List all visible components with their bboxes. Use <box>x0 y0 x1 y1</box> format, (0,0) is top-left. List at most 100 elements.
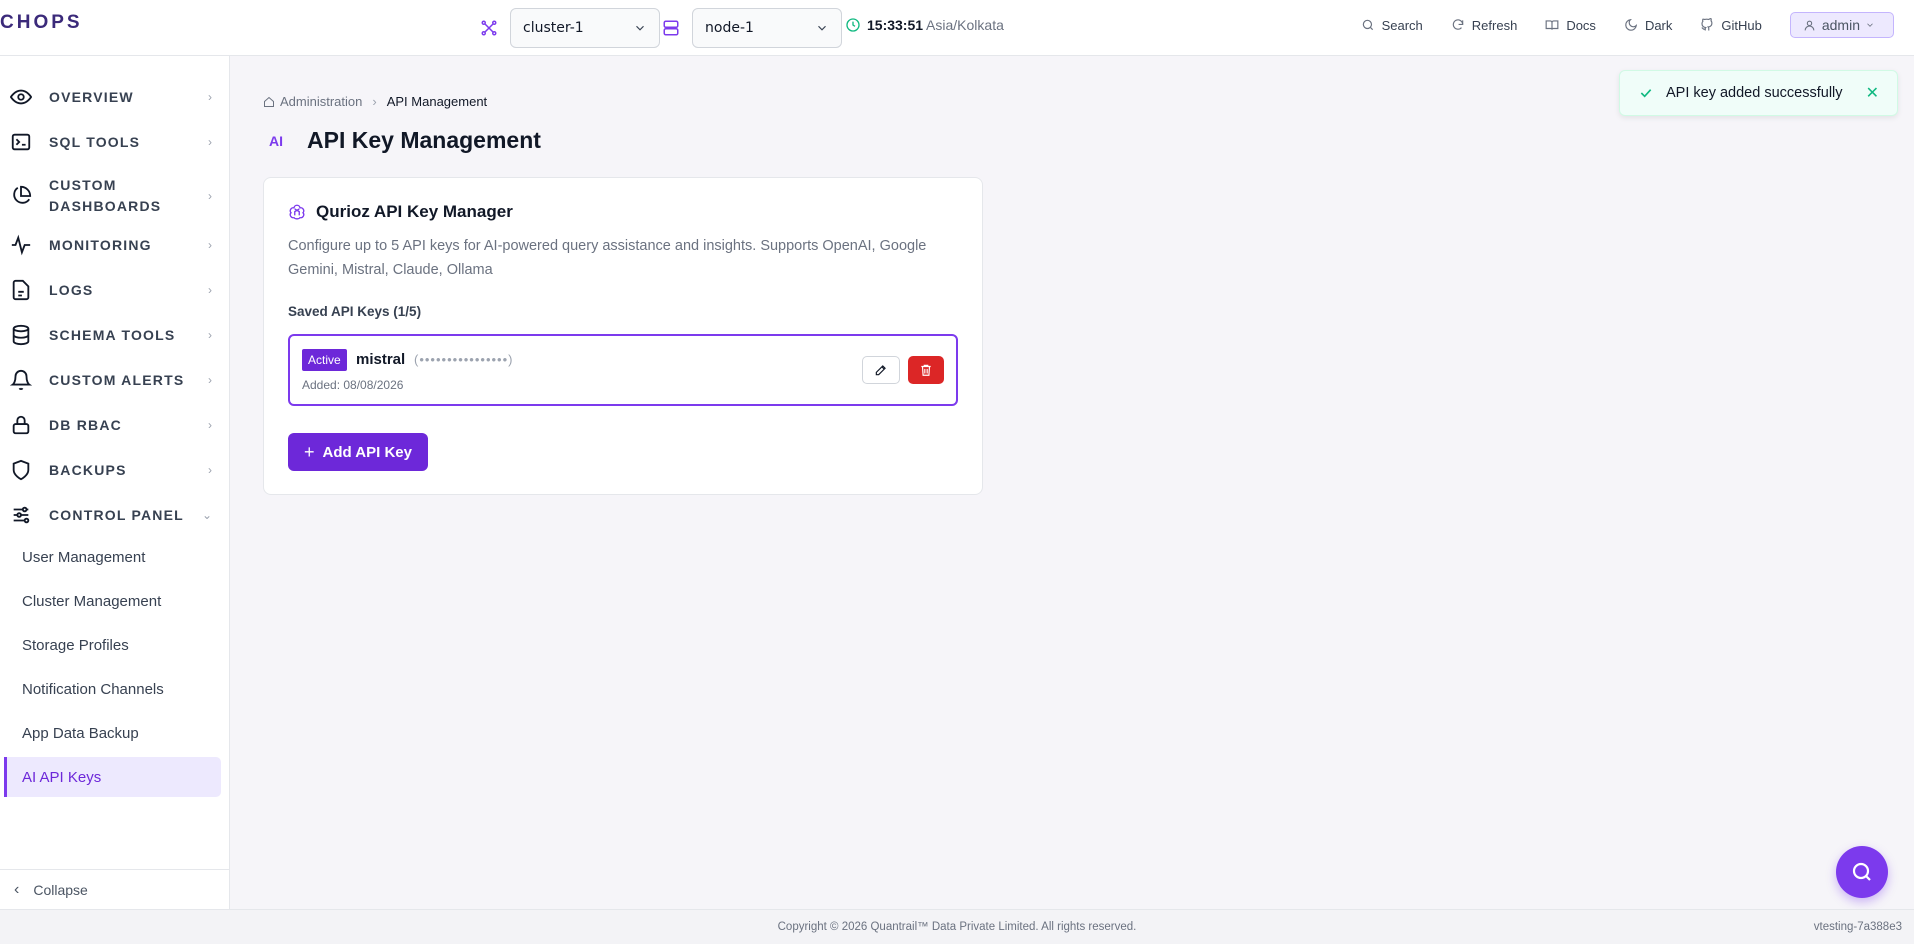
eye-icon <box>10 86 32 108</box>
sidebar-item-db-rbac[interactable]: DB RBAC › <box>0 408 230 442</box>
sidebar-subitem-app-data-backup[interactable]: App Data Backup <box>4 713 221 753</box>
api-key-provider: mistral <box>356 351 406 368</box>
main-content: Administration › API Management AI API K… <box>231 57 1914 909</box>
add-api-key-button[interactable]: + Add API Key <box>288 433 428 471</box>
api-key-row: Active mistral (••••••••••••••••) Added:… <box>288 334 958 406</box>
cluster-selector-group: cluster-1 <box>480 8 660 48</box>
sidebar-subitem-ai-api-keys[interactable]: AI API Keys <box>4 757 221 797</box>
chevron-down-icon <box>818 25 826 31</box>
search-label: Search <box>1381 17 1423 33</box>
github-icon <box>1701 18 1713 31</box>
user-icon <box>1804 20 1815 30</box>
docs-button[interactable]: Docs <box>1545 18 1596 33</box>
chevron-down-icon: ⌄ <box>201 508 212 522</box>
clock: 15:33:51 Asia/Kolkata <box>845 17 1004 33</box>
github-label: GitHub <box>1721 17 1762 33</box>
sidebar-item-label: SQL TOOLS <box>49 133 141 150</box>
saved-keys-label: Saved API Keys (1/5) <box>288 304 422 319</box>
sidebar-item-logs[interactable]: LOGS › <box>0 273 230 307</box>
api-key-added-date: Added: 08/08/2026 <box>302 378 404 392</box>
github-button[interactable]: GitHub <box>1700 17 1762 33</box>
breadcrumb-root[interactable]: Administration <box>280 94 362 109</box>
chevron-down-icon <box>1867 23 1873 27</box>
server-icon <box>662 19 680 37</box>
pencil-icon <box>875 365 886 376</box>
docs-label: Docs <box>1566 17 1596 33</box>
app-logo[interactable]: CHOPS <box>0 12 83 34</box>
sidebar-item-custom-alerts[interactable]: CUSTOM ALERTS › <box>0 363 230 397</box>
delete-key-button[interactable] <box>908 356 944 384</box>
clock-icon <box>846 18 860 32</box>
database-icon <box>10 324 32 346</box>
lock-icon <box>10 414 32 436</box>
search-button[interactable]: Search <box>1361 18 1423 33</box>
card-header: Qurioz API Key Manager <box>288 202 513 222</box>
breadcrumb-separator: › <box>372 94 377 109</box>
openai-logo-icon <box>289 204 305 220</box>
version-text: vtesting-7a388e3 <box>1813 921 1902 933</box>
page-title-row: AI API Key Management <box>269 127 541 154</box>
refresh-button[interactable]: Refresh <box>1451 18 1517 33</box>
chevron-left-icon: ‹ <box>14 880 20 898</box>
sidebar-item-label: BACKUPS <box>49 461 127 478</box>
chevron-right-icon: › <box>208 90 212 104</box>
top-bar: CHOPS cluster-1 node-1 15:33:51 Asia/Kol… <box>0 0 1914 56</box>
bell-icon <box>10 369 32 391</box>
sidebar-item-overview[interactable]: OVERVIEW › <box>0 80 230 114</box>
chevron-right-icon: › <box>208 238 212 252</box>
sidebar-subitem-cluster-management[interactable]: Cluster Management <box>4 581 221 621</box>
node-select-value: node-1 <box>705 20 754 36</box>
sidebar-item-backups[interactable]: BACKUPS › <box>0 453 230 487</box>
sidebar-item-sql-tools[interactable]: SQL TOOLS › <box>0 125 230 159</box>
moon-icon <box>1625 18 1637 31</box>
add-api-key-label: Add API Key <box>322 443 412 461</box>
api-key-masked: (••••••••••••••••) <box>414 352 514 367</box>
activity-icon <box>10 234 32 256</box>
sidebar-item-schema-tools[interactable]: SCHEMA TOOLS › <box>0 318 230 352</box>
collapse-label: Collapse <box>33 881 88 898</box>
dark-mode-label: Dark <box>1644 17 1673 33</box>
search-icon <box>1362 19 1373 31</box>
cluster-icon <box>480 19 498 37</box>
node-selector-group: node-1 <box>662 8 842 48</box>
sidebar-collapse-button[interactable]: ‹ Collapse <box>0 869 230 909</box>
success-toast: API key added successfully ✕ <box>1619 70 1898 116</box>
page-title: API Key Management <box>307 127 541 153</box>
ai-badge-icon: AI <box>269 132 283 149</box>
edit-key-button[interactable] <box>862 356 900 384</box>
chevron-right-icon: › <box>208 135 212 149</box>
book-icon <box>1545 20 1559 30</box>
toast-message: API key added successfully <box>1666 85 1843 101</box>
sidebar-subitem-storage-profiles[interactable]: Storage Profiles <box>4 625 221 665</box>
close-icon[interactable]: ✕ <box>1866 83 1879 103</box>
status-badge: Active <box>302 349 347 371</box>
sidebar-subitem-notification-channels[interactable]: Notification Channels <box>4 669 221 709</box>
refresh-icon <box>1452 19 1464 30</box>
shield-icon <box>10 459 32 481</box>
sidebar-item-label: OVERVIEW <box>49 88 134 105</box>
sidebar-item-label: DB RBAC <box>49 416 122 433</box>
sidebar-item-custom-dashboards[interactable]: CUSTOM DASHBOARDS › <box>0 168 230 224</box>
cluster-select[interactable]: cluster-1 <box>510 8 660 48</box>
user-menu[interactable]: admin <box>1789 12 1894 38</box>
chevron-right-icon: › <box>208 463 212 477</box>
header-actions: Search Refresh Docs Dark GitHub admin <box>1333 12 1894 38</box>
check-icon <box>1640 89 1652 98</box>
card-description: Configure up to 5 API keys for AI-powere… <box>288 238 927 278</box>
breadcrumb-current: API Management <box>386 94 488 109</box>
clock-timezone: Asia/Kolkata <box>926 17 1004 33</box>
sidebar-item-label: CUSTOM DASHBOARDS <box>49 177 162 214</box>
cluster-select-value: cluster-1 <box>523 20 584 36</box>
sidebar-item-monitoring[interactable]: MONITORING › <box>0 228 230 262</box>
terminal-icon <box>10 131 32 153</box>
sidebar-item-label: CUSTOM ALERTS <box>49 371 185 388</box>
chevron-right-icon: › <box>208 418 212 432</box>
api-key-manager-card: Qurioz API Key Manager Configure up to 5… <box>263 177 983 495</box>
floating-search-button[interactable] <box>1836 846 1888 898</box>
trash-icon <box>921 364 931 376</box>
sidebar-item-control-panel[interactable]: CONTROL PANEL ⌄ <box>0 498 230 532</box>
dark-mode-button[interactable]: Dark <box>1624 18 1672 33</box>
sidebar-subitem-user-management[interactable]: User Management <box>4 537 221 577</box>
chevron-right-icon: › <box>208 373 212 387</box>
node-select[interactable]: node-1 <box>692 8 842 48</box>
